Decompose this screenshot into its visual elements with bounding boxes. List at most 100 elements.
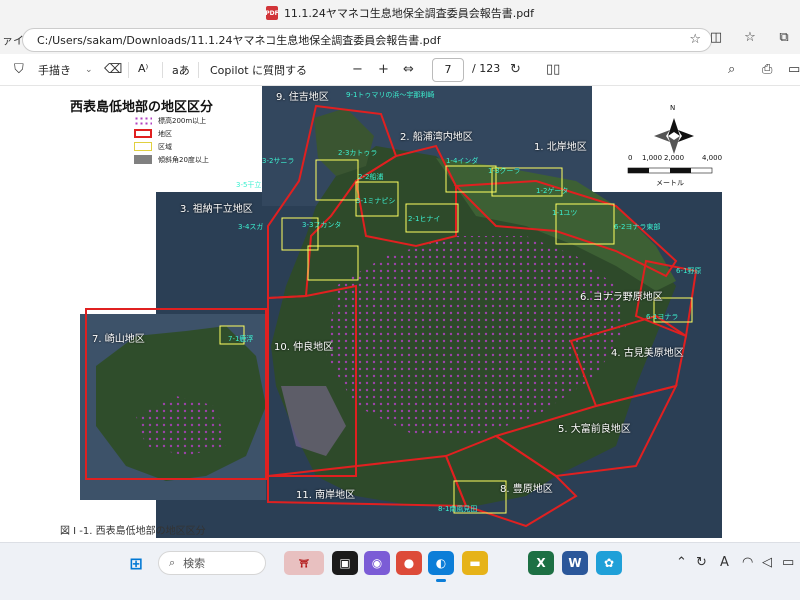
rotate-icon[interactable]: ↻: [510, 62, 521, 77]
draw-label: 手描き: [38, 64, 71, 77]
district-label: 2. 船浦湾内地区: [400, 132, 473, 143]
sync-icon[interactable]: ↻: [696, 555, 707, 570]
print-icon[interactable]: ⎙: [762, 62, 772, 77]
chevron-up-icon[interactable]: ⌃: [676, 555, 687, 570]
favorite-star-icon[interactable]: ☆: [689, 32, 701, 47]
district-label: 5. 大富前良地区: [558, 424, 631, 435]
font-icon[interactable]: A: [720, 555, 729, 570]
url-text: C:/Users/sakam/Downloads/11.1.24ヤマネコ生息地保…: [37, 34, 441, 47]
browser-actions: ◫ ☆ ⧉: [708, 30, 800, 45]
zone-label: 3-5干立: [236, 181, 262, 189]
zone-label: 2-1ヒナイ: [408, 215, 441, 223]
split-screen-icon[interactable]: ◫: [708, 30, 724, 45]
legend-swatch-red: [134, 129, 152, 138]
legend-swatch-yellow: [134, 142, 152, 151]
north-compass-icon: [654, 118, 694, 154]
read-aloud-button[interactable]: A⁾: [138, 62, 148, 75]
read-aloud-label: A⁾: [138, 62, 149, 75]
zone-label: 9-1トゥマリの浜～宇那利崎: [346, 91, 435, 99]
toolbar-divider: [162, 62, 163, 78]
save-icon[interactable]: ▭: [788, 62, 800, 77]
total-pages: / 123: [472, 62, 500, 75]
collections-icon[interactable]: ⧉: [776, 30, 792, 45]
chevron-down-icon[interactable]: ⌄: [85, 65, 93, 75]
district-label: 1. 北岸地区: [534, 142, 587, 153]
pdf-toolbar: ⛉ 手描き ⌄ ⌫ A⁾ aあ Copilot に質問する − + ⇔ 7 / …: [0, 54, 800, 86]
scale-label: 0: [628, 154, 633, 162]
scale-bar-segment: [670, 168, 691, 173]
zone-label: 2-2船浦: [358, 173, 384, 181]
file-menu-stub[interactable]: ァイル: [0, 32, 24, 48]
pdf-viewer-window: PDF 11.1.24ヤマネコ生息地保全調査委員会報告書.pdf ァイル C:/…: [0, 0, 800, 600]
text-mode-label: aあ: [172, 64, 190, 77]
zone-label: 3-3フカンタ: [302, 221, 342, 229]
zoom-in-button[interactable]: +: [378, 62, 389, 77]
active-app-indicator: [436, 579, 446, 582]
search-icon[interactable]: ⌕: [728, 62, 735, 77]
taskbar-search[interactable]: ⌕ 検索: [158, 551, 266, 575]
copilot-icon[interactable]: ◉: [364, 551, 390, 575]
edge-icon[interactable]: ◐: [428, 551, 454, 575]
word-icon[interactable]: W: [562, 551, 588, 575]
zoom-in-icon: +: [378, 62, 389, 77]
volume-icon[interactable]: ◁: [762, 555, 772, 570]
figure-caption: 図 I -1. 西表島低地部の地区区分: [60, 526, 206, 537]
zone-label: 1-1ユツ: [552, 209, 578, 217]
title-bar: PDF 11.1.24ヤマネコ生息地保全調査委員会報告書.pdf: [0, 0, 800, 26]
legend-item: 傾斜角20度以上: [134, 153, 209, 166]
zone-label: 1-3クーラ: [488, 167, 521, 175]
file-explorer-icon[interactable]: ▬: [462, 551, 488, 575]
photos-icon[interactable]: ✿: [596, 551, 622, 575]
scale-label: 4,000: [702, 154, 723, 162]
widgets-icon[interactable]: ⛩: [284, 551, 324, 575]
fit-width-icon[interactable]: ⇔: [403, 62, 414, 77]
zone-label: 3-4スガ: [238, 223, 264, 231]
zone-label: 8-1南風見田: [438, 505, 478, 513]
pdf-page: 西表島低地部の地区区分 標高200m以上 地区 区域 傾斜角20度以上 N 0 …: [56, 86, 726, 542]
wifi-icon[interactable]: ◠: [742, 555, 753, 570]
legend-swatch-gray: [134, 155, 152, 164]
zone-label: 3-1ミナピシ: [356, 197, 396, 205]
scale-unit: メートル: [656, 179, 684, 187]
draw-button[interactable]: 手描き ⌄: [38, 62, 93, 78]
start-button[interactable]: ⊞: [124, 551, 148, 575]
pdf-file-icon: PDF: [265, 6, 279, 20]
address-bar[interactable]: C:/Users/sakam/Downloads/11.1.24ヤマネコ生息地保…: [22, 28, 712, 52]
search-icon: ⌕: [169, 556, 176, 569]
legend-item: 標高200m以上: [134, 114, 209, 127]
toolbar-divider: [198, 62, 199, 78]
battery-icon[interactable]: ▭: [782, 555, 794, 570]
address-bar-row: ァイル C:/Users/sakam/Downloads/11.1.24ヤマネコ…: [0, 26, 800, 54]
zone-label: 3-2サニラ: [262, 157, 295, 165]
copilot-label: Copilot に質問する: [210, 64, 308, 77]
favorites-icon[interactable]: ☆: [742, 30, 758, 45]
page-number-input[interactable]: 7: [432, 58, 464, 82]
excel-icon[interactable]: X: [528, 551, 554, 575]
zone-label: 1-2ゲータ: [536, 187, 569, 195]
filter-list-icon[interactable]: ⛉: [14, 62, 24, 77]
zone-label: 6-1ヨナラ: [646, 313, 679, 321]
page-view-icon[interactable]: ▯▯: [546, 62, 560, 77]
total-pages-label: / 123: [472, 62, 501, 75]
zone-label: 7-1鹿浮: [228, 335, 254, 343]
eraser-icon[interactable]: ⌫: [104, 62, 122, 77]
legend-item: 区域: [134, 140, 209, 153]
text-mode-button[interactable]: aあ: [172, 62, 190, 78]
chrome-icon[interactable]: ●: [396, 551, 422, 575]
zone-label: 6-1野原: [676, 267, 702, 275]
district-label: 7. 崎山地区: [92, 334, 145, 345]
window-title: 11.1.24ヤマネコ生息地保全調査委員会報告書.pdf: [283, 7, 535, 20]
north-label: N: [670, 104, 676, 112]
map-legend: 標高200m以上 地区 区域 傾斜角20度以上: [134, 114, 209, 166]
legend-label: 区域: [158, 142, 172, 151]
copilot-button[interactable]: Copilot に質問する: [210, 62, 307, 78]
document-area: 西表島低地部の地区区分 標高200m以上 地区 区域 傾斜角20度以上 N 0 …: [0, 86, 800, 542]
zoom-out-button[interactable]: −: [352, 62, 363, 77]
task-view-icon[interactable]: ▣: [332, 551, 358, 575]
scale-label: 1,000: [642, 154, 663, 162]
district-label: 9. 住吉地区: [276, 92, 329, 103]
legend-label: 傾斜角20度以上: [158, 155, 209, 164]
district-label: 10. 仲良地区: [274, 342, 334, 353]
district-label: 3. 祖納干立地区: [180, 204, 253, 215]
legend-label: 地区: [158, 129, 172, 138]
